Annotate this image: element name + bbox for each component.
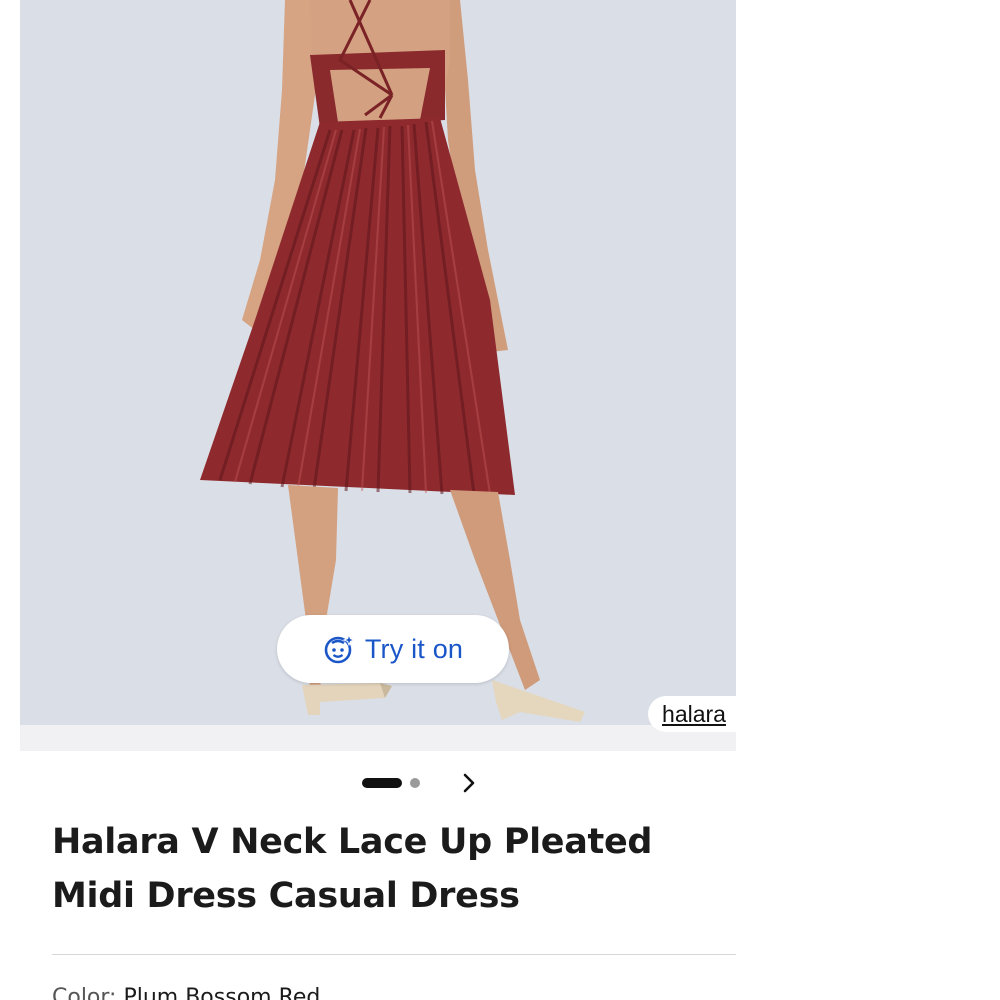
product-color: Color: Plum Bossom Red (52, 985, 320, 1000)
sparkle-face-icon (323, 633, 356, 665)
try-it-on-label: Try it on (364, 633, 464, 664)
color-label: Color: (52, 985, 117, 1000)
product-title: Halara V Neck Lace Up Pleated Midi Dress… (52, 822, 653, 916)
try-it-on-button[interactable]: Try it on (277, 615, 509, 683)
carousel-dot[interactable] (410, 778, 420, 788)
divider (52, 954, 736, 955)
carousel-dot-active[interactable] (362, 778, 402, 788)
chevron-right-icon[interactable] (456, 770, 482, 796)
carousel-indicator (362, 770, 482, 796)
source-link[interactable]: halara (648, 696, 740, 732)
product-page: Try it on halara Halara V Neck Lace Up P… (0, 0, 1000, 1000)
image-bottom-strip (20, 725, 736, 751)
color-value: Plum Bossom Red (123, 985, 321, 1000)
